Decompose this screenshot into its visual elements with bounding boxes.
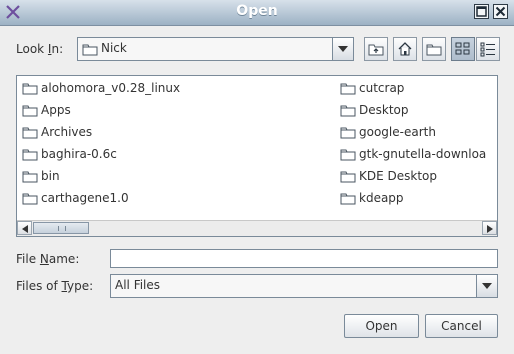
cancel-button[interactable]: Cancel xyxy=(425,314,498,338)
home-icon xyxy=(398,42,412,56)
chevron-right-icon xyxy=(487,225,493,233)
horizontal-scrollbar[interactable] xyxy=(17,220,497,236)
maximize-button[interactable] xyxy=(474,4,489,19)
folder-icon xyxy=(340,83,356,95)
file-name: gtk-gnutella-downloa xyxy=(359,147,487,161)
file-name: alohomora_v0.28_linux xyxy=(41,81,181,95)
folder-icon xyxy=(22,171,38,183)
look-in-label-suffix: n: xyxy=(51,42,64,56)
details-view-button[interactable] xyxy=(476,37,500,61)
look-in-value: Nick xyxy=(101,41,127,55)
scrollbar-thumb[interactable] xyxy=(33,222,89,234)
file-name-label: File Name: xyxy=(16,252,79,266)
chevron-left-icon xyxy=(22,225,28,233)
look-in-combo[interactable]: Nick xyxy=(77,37,354,61)
title-bar[interactable]: Open xyxy=(0,0,514,26)
scroll-left-button[interactable] xyxy=(17,221,32,235)
close-button[interactable] xyxy=(493,4,508,19)
folder-icon xyxy=(22,193,38,205)
file-type-dropdown-button[interactable] xyxy=(476,275,497,297)
scroll-right-button[interactable] xyxy=(482,221,497,235)
file-name: Desktop xyxy=(359,103,409,117)
file-name-field[interactable] xyxy=(110,249,498,268)
home-button[interactable] xyxy=(393,37,417,61)
chevron-down-icon xyxy=(482,283,492,289)
folder-icon xyxy=(340,127,356,139)
list-view-icon xyxy=(455,42,470,55)
file-name: bin xyxy=(41,169,60,183)
close-icon xyxy=(495,6,506,17)
file-name: Apps xyxy=(41,103,71,117)
file-type-label-suffix: ype: xyxy=(67,279,94,293)
file-name: cutcrap xyxy=(359,81,405,95)
maximize-icon xyxy=(476,6,487,17)
thumb-grip xyxy=(58,226,66,231)
file-type-value: All Files xyxy=(115,278,161,292)
file-name-label-suffix: ame: xyxy=(48,252,80,266)
chevron-down-icon xyxy=(338,46,348,52)
up-folder-icon xyxy=(368,44,384,56)
window-title: Open xyxy=(236,3,278,19)
file-name: KDE Desktop xyxy=(359,169,437,183)
list-view-button[interactable] xyxy=(451,37,475,61)
details-view-icon xyxy=(480,42,495,57)
folder-icon xyxy=(340,105,356,117)
file-type-label-text: Files of xyxy=(16,279,62,293)
look-in-label-text: Look xyxy=(16,42,48,56)
folder-icon xyxy=(340,149,356,161)
file-type-combo[interactable]: All Files xyxy=(110,274,498,298)
file-name-mnemonic: N xyxy=(39,252,49,266)
file-name: google-earth xyxy=(359,125,436,139)
file-name-label-text: File xyxy=(16,252,40,266)
new-folder-icon xyxy=(426,44,442,56)
look-in-label: Look In: xyxy=(16,42,63,56)
file-type-label: Files of Type: xyxy=(16,279,93,293)
file-list[interactable]: alohomora_v0.28_linux Apps Archives bagh… xyxy=(16,75,498,237)
folder-icon xyxy=(22,149,38,161)
file-name: kdeapp xyxy=(359,191,404,205)
new-folder-button[interactable] xyxy=(422,37,446,61)
open-button[interactable]: Open xyxy=(344,314,419,338)
folder-icon xyxy=(340,171,356,183)
up-folder-button[interactable] xyxy=(364,37,388,61)
folder-icon xyxy=(22,105,38,117)
folder-icon xyxy=(340,193,356,205)
folder-icon xyxy=(22,127,38,139)
file-name: baghira-0.6c xyxy=(41,147,117,161)
folder-icon xyxy=(82,44,98,56)
file-name: Archives xyxy=(41,125,93,139)
folder-icon xyxy=(22,83,38,95)
look-in-dropdown-button[interactable] xyxy=(332,38,353,60)
file-name: carthagene1.0 xyxy=(41,191,129,205)
